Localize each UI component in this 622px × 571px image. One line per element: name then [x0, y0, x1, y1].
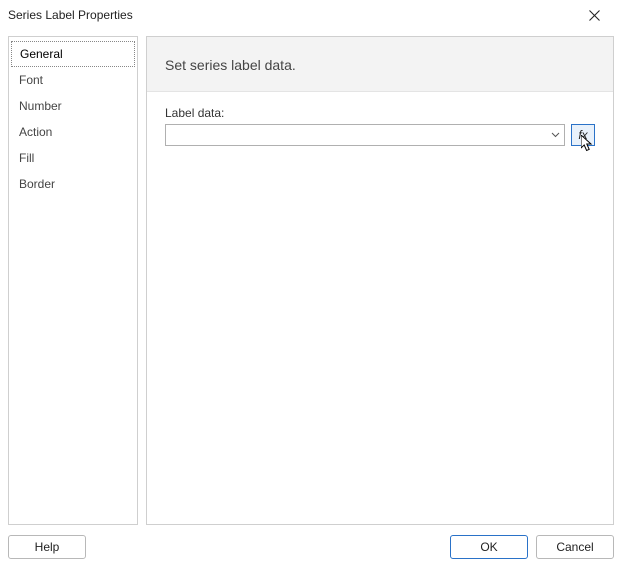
- panel-body: Label data: fx: [147, 92, 613, 160]
- close-icon: [589, 10, 600, 21]
- sidebar-item-action[interactable]: Action: [9, 119, 137, 145]
- sidebar-item-label: Number: [19, 99, 62, 113]
- label-data-label: Label data:: [165, 106, 595, 120]
- label-data-row: fx: [165, 124, 595, 146]
- sidebar: General Font Number Action Fill Border: [8, 36, 138, 525]
- panel-header: Set series label data.: [147, 37, 613, 92]
- sidebar-item-label: Font: [19, 73, 43, 87]
- sidebar-item-label: Border: [19, 177, 55, 191]
- footer: Help OK Cancel: [0, 529, 622, 571]
- window-title: Series Label Properties: [8, 8, 574, 22]
- sidebar-item-label: General: [20, 47, 63, 61]
- fx-icon: fx: [578, 128, 587, 142]
- content-area: General Font Number Action Fill Border S…: [0, 30, 622, 529]
- sidebar-item-fill[interactable]: Fill: [9, 145, 137, 171]
- expression-button[interactable]: fx: [571, 124, 595, 146]
- ok-button-label: OK: [480, 540, 497, 554]
- sidebar-item-number[interactable]: Number: [9, 93, 137, 119]
- help-button-label: Help: [35, 540, 60, 554]
- chevron-down-icon: [546, 132, 564, 138]
- help-button[interactable]: Help: [8, 535, 86, 559]
- panel-title: Set series label data.: [165, 57, 595, 73]
- sidebar-item-label: Action: [19, 125, 52, 139]
- sidebar-item-label: Fill: [19, 151, 34, 165]
- titlebar: Series Label Properties: [0, 0, 622, 30]
- label-data-combobox[interactable]: [165, 124, 565, 146]
- sidebar-item-general[interactable]: General: [11, 41, 135, 67]
- sidebar-item-border[interactable]: Border: [9, 171, 137, 197]
- cancel-button-label: Cancel: [556, 540, 593, 554]
- main-panel: Set series label data. Label data: fx: [146, 36, 614, 525]
- ok-button[interactable]: OK: [450, 535, 528, 559]
- close-button[interactable]: [574, 1, 614, 29]
- sidebar-item-font[interactable]: Font: [9, 67, 137, 93]
- cancel-button[interactable]: Cancel: [536, 535, 614, 559]
